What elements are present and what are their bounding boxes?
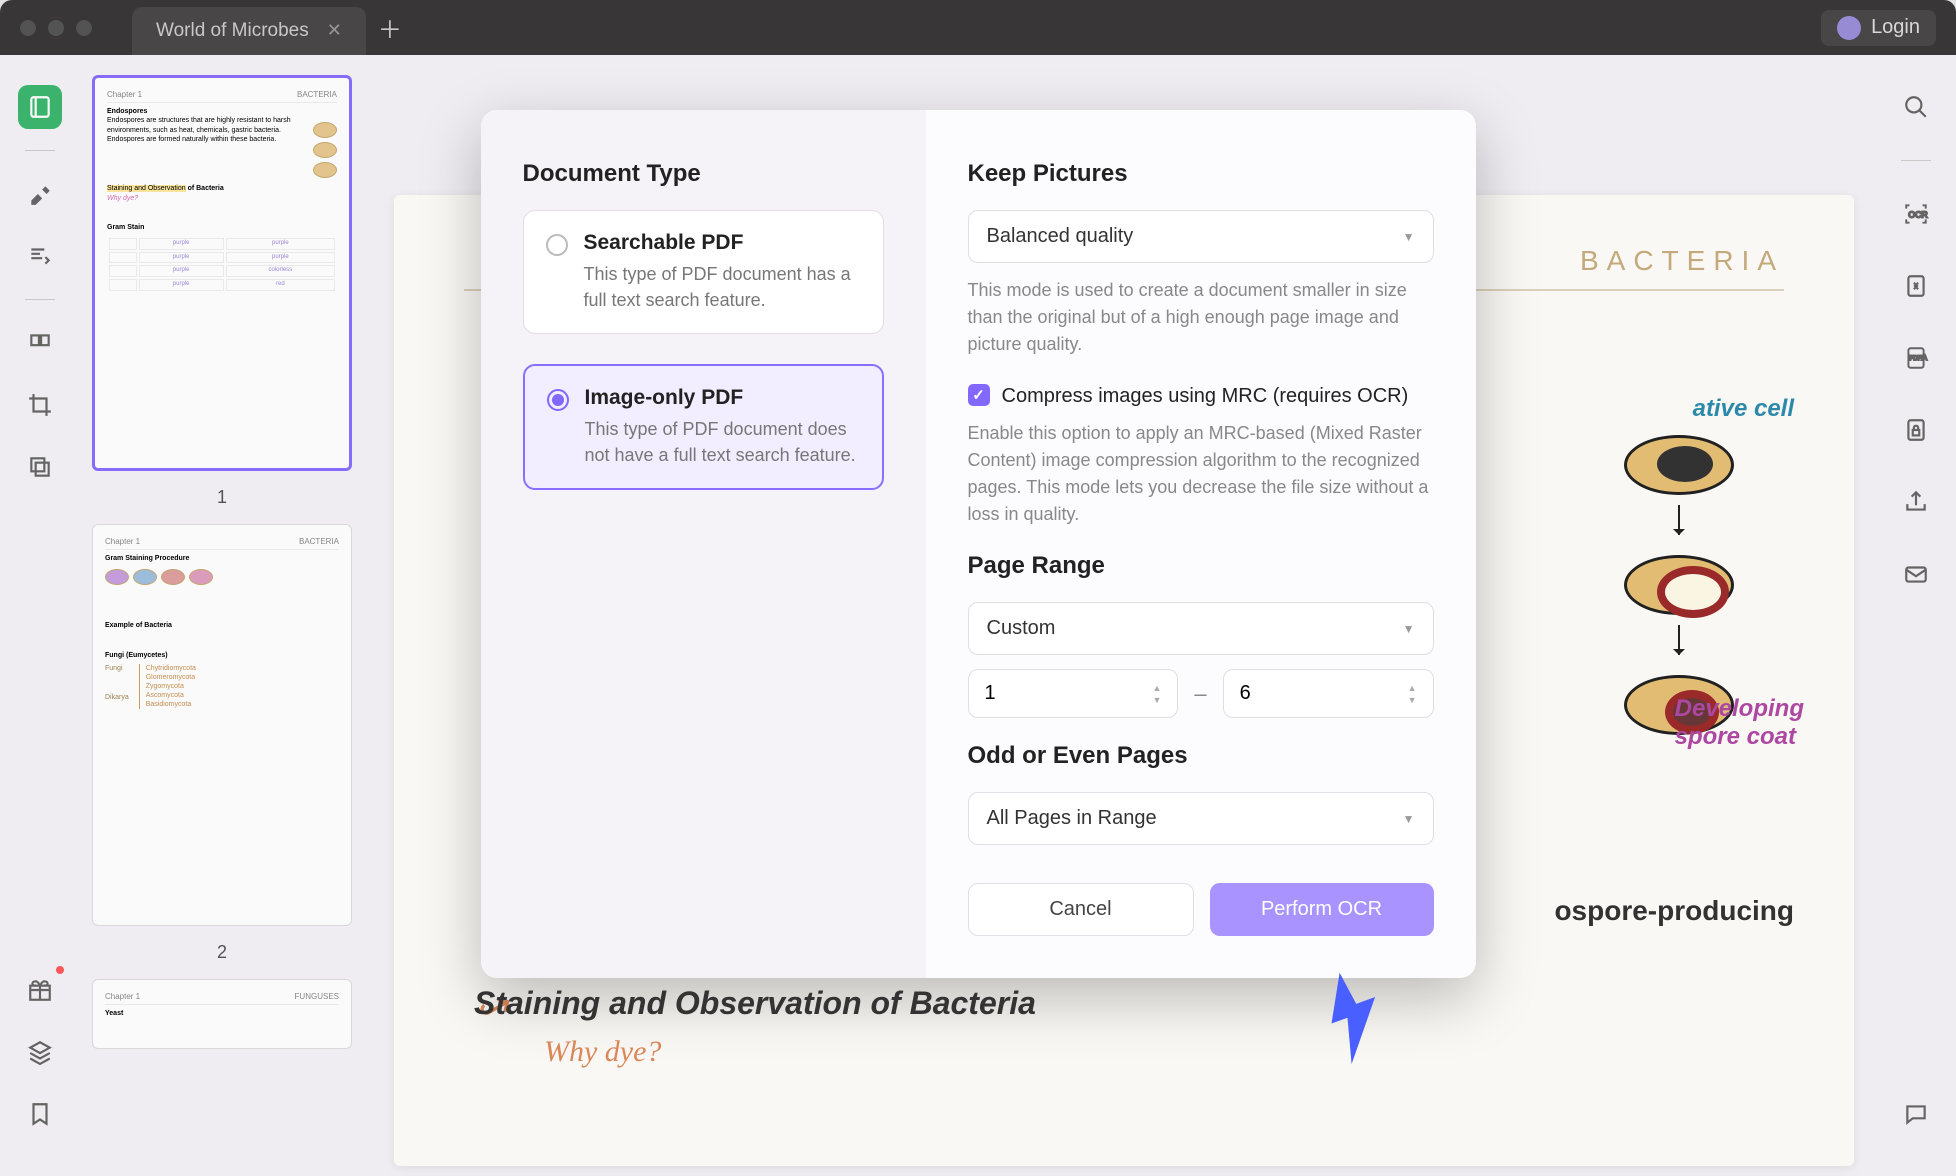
mrc-checkbox-row[interactable]: ✓ Compress images using MRC (requires OC… [968,382,1434,410]
document-type-title: Document Type [523,160,884,188]
quality-help: This mode is used to create a document s… [968,277,1434,358]
radio-icon [547,389,569,411]
spinner-value: 6 [1240,682,1251,705]
spinner-value: 1 [985,682,996,705]
ocr-modal: Document Type Searchable PDF This type o… [481,110,1476,978]
cancel-button[interactable]: Cancel [968,883,1194,936]
quality-select[interactable]: Balanced quality ▼ [968,210,1434,263]
keep-pictures-title: Keep Pictures [968,160,1434,188]
text-staining: Staining and Observation of Bacteria [474,985,1036,1022]
option-image-only-pdf[interactable]: Image-only PDF This type of PDF document… [523,364,884,490]
perform-ocr-button[interactable]: Perform OCR [1210,883,1434,936]
range-select[interactable]: Custom ▼ [968,602,1434,655]
modal-right-panel: Keep Pictures Balanced quality ▼ This mo… [926,110,1476,978]
odd-even-select[interactable]: All Pages in Range ▼ [968,792,1434,845]
range-to-input[interactable]: 6 ▲▼ [1223,669,1434,718]
chevron-down-icon: ▼ [1403,622,1415,636]
page-range-title: Page Range [968,552,1434,580]
range-inputs: 1 ▲▼ – 6 ▲▼ [968,669,1434,718]
modal-actions: Cancel Perform OCR [968,883,1434,936]
option-searchable-pdf[interactable]: Searchable PDF This type of PDF document… [523,210,884,334]
select-value: Custom [987,617,1056,640]
option-title: Searchable PDF [584,231,861,255]
radio-icon [546,234,568,256]
mrc-help: Enable this option to apply an MRC-based… [968,420,1434,528]
option-title: Image-only PDF [585,386,860,410]
option-desc: This type of PDF document does not have … [585,416,860,468]
chevron-down-icon: ▼ [1403,812,1415,826]
checkbox-icon: ✓ [968,384,990,406]
select-value: All Pages in Range [987,807,1157,830]
range-from-input[interactable]: 1 ▲▼ [968,669,1179,718]
spinner-arrows[interactable]: ▲▼ [1408,683,1417,705]
select-value: Balanced quality [987,225,1134,248]
odd-even-title: Odd or Even Pages [968,742,1434,770]
spinner-arrows[interactable]: ▲▼ [1152,683,1161,705]
range-dash: – [1194,681,1206,707]
modal-left-panel: Document Type Searchable PDF This type o… [481,110,926,978]
chevron-down-icon: ▼ [1403,230,1415,244]
option-desc: This type of PDF document has a full tex… [584,261,861,313]
mrc-label: Compress images using MRC (requires OCR) [1002,382,1409,410]
